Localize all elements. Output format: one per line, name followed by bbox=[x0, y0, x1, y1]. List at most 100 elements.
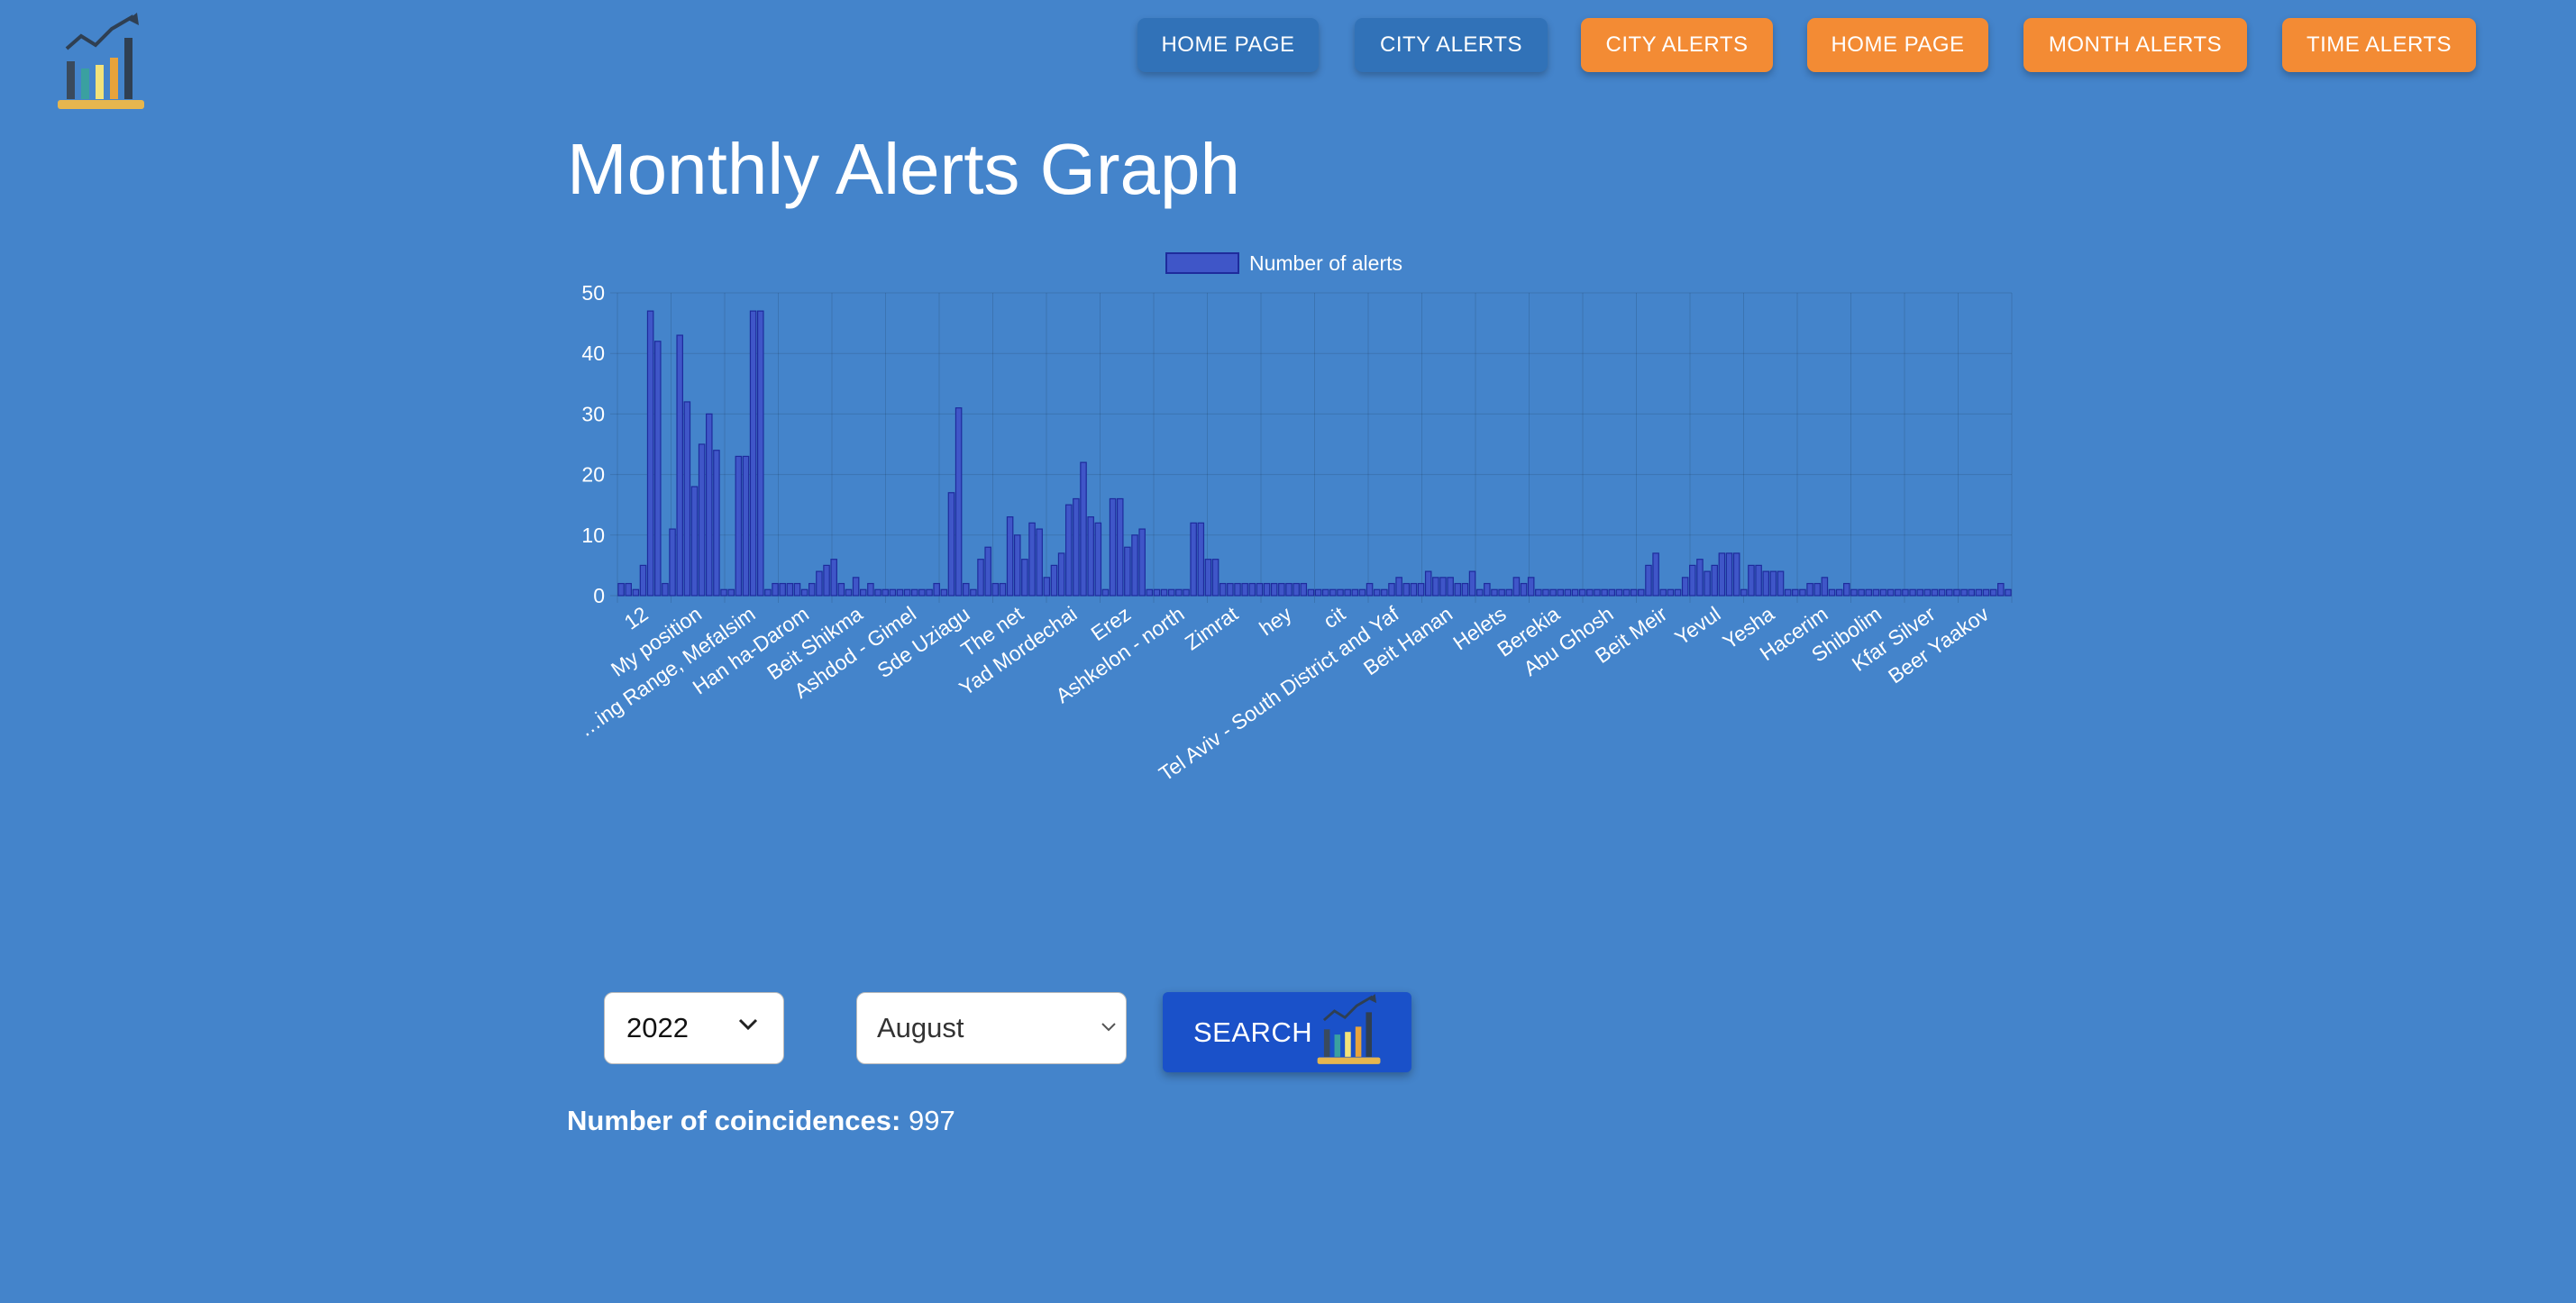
chart-bar bbox=[1263, 582, 1271, 597]
chart-bar bbox=[1667, 588, 1675, 597]
chart-bar bbox=[632, 588, 640, 597]
chart-bar bbox=[926, 588, 933, 597]
chart-bar bbox=[1777, 570, 1785, 597]
chart-bar bbox=[1307, 588, 1315, 597]
chart-bar bbox=[1813, 582, 1822, 597]
year-select[interactable]: 2022 bbox=[604, 992, 784, 1064]
chart-bar bbox=[1681, 577, 1689, 597]
chart-bar bbox=[1351, 588, 1359, 597]
chart-bar bbox=[1895, 588, 1902, 597]
chevron-down-icon bbox=[1101, 1023, 1116, 1032]
chart-bar bbox=[845, 588, 853, 597]
chart-bar bbox=[1050, 564, 1058, 597]
chart-bar bbox=[1630, 588, 1638, 597]
chart-bar bbox=[955, 407, 963, 597]
chart-bar bbox=[1696, 559, 1704, 597]
chart-bar bbox=[1858, 588, 1865, 597]
chart-bar bbox=[1138, 528, 1146, 597]
chart-bar bbox=[1329, 588, 1337, 597]
nav-home-page-orange-button[interactable]: HOME PAGE bbox=[1807, 18, 1988, 72]
chart-bar bbox=[1234, 582, 1241, 597]
chart-bar bbox=[1704, 570, 1711, 597]
chart-bar bbox=[1043, 577, 1051, 597]
x-tick-label: Zimrat bbox=[1181, 601, 1243, 654]
chart-bar bbox=[1659, 588, 1667, 597]
x-tick-label: 12 bbox=[620, 602, 653, 634]
chart-bar bbox=[1732, 552, 1740, 597]
chart-bar bbox=[1968, 588, 1975, 597]
chart-bar bbox=[1300, 582, 1308, 597]
chart-bar bbox=[1843, 582, 1850, 597]
chart-bar bbox=[1410, 582, 1418, 597]
chart-bar bbox=[816, 570, 823, 597]
chart-bar bbox=[676, 334, 683, 597]
chart-bar bbox=[1064, 504, 1073, 597]
x-tick-label: hey bbox=[1255, 602, 1296, 641]
chart-bar bbox=[1183, 588, 1190, 597]
chart-bar bbox=[1101, 588, 1110, 597]
chart-bar bbox=[1916, 588, 1923, 597]
chart-bar bbox=[1285, 582, 1293, 597]
nav-home-page-button[interactable]: HOME PAGE bbox=[1137, 18, 1319, 72]
chart-bar bbox=[1080, 461, 1087, 597]
chart-bar bbox=[1190, 522, 1197, 597]
nav-city-alerts-orange-button[interactable]: CITY ALERTS bbox=[1581, 18, 1773, 72]
chart-bar bbox=[1527, 577, 1535, 597]
chart-bar bbox=[800, 588, 808, 597]
nav-time-alerts-button[interactable]: TIME ALERTS bbox=[2282, 18, 2476, 72]
alerts-bar-chart: 0 10 20 30 40 50 12My position…ing Range, Mef… bbox=[574, 251, 2013, 786]
chart-bar bbox=[1571, 588, 1579, 597]
chart-bar bbox=[1248, 582, 1256, 597]
chart-bar bbox=[1931, 588, 1939, 597]
chart-bar bbox=[1850, 588, 1858, 597]
chart-bar bbox=[727, 588, 735, 597]
month-select[interactable]: August bbox=[856, 992, 1127, 1064]
chart-bar bbox=[720, 588, 727, 597]
chart-bar bbox=[1564, 588, 1572, 597]
chart-bar bbox=[859, 588, 867, 597]
page-title: Monthly Alerts Graph bbox=[567, 129, 1240, 209]
chart-bar bbox=[1321, 588, 1329, 597]
chart-bar bbox=[786, 582, 794, 597]
chart-bar bbox=[683, 401, 691, 597]
chart-bar bbox=[1792, 588, 1799, 597]
nav-city-alerts-button[interactable]: CITY ALERTS bbox=[1355, 18, 1548, 72]
chart-bar bbox=[947, 492, 955, 597]
chart-bar bbox=[823, 564, 830, 597]
chart-bar bbox=[617, 582, 625, 597]
chart-bar bbox=[1388, 582, 1395, 597]
chart-bar bbox=[1366, 582, 1374, 597]
chart-bar bbox=[1028, 522, 1036, 597]
chart-bar bbox=[1953, 588, 1960, 597]
chart-bar bbox=[1160, 588, 1168, 597]
chart-bar bbox=[1447, 577, 1454, 597]
chart-bar bbox=[1475, 588, 1484, 597]
chart-bar bbox=[1094, 522, 1102, 597]
chart-bar bbox=[1909, 588, 1916, 597]
chart-bar bbox=[991, 582, 1000, 597]
chart-bar bbox=[1982, 588, 1990, 597]
chart-bar bbox=[669, 528, 676, 597]
chart-bar bbox=[1512, 577, 1521, 597]
chart-bar bbox=[779, 582, 786, 597]
chart-bar bbox=[1124, 546, 1131, 597]
bar-chart-icon bbox=[1317, 994, 1381, 1064]
nav-month-alerts-button[interactable]: MONTH ALERTS bbox=[2023, 18, 2247, 72]
chart-bar bbox=[1755, 564, 1762, 597]
chart-bar bbox=[903, 588, 911, 597]
search-button[interactable]: SEARCH bbox=[1163, 992, 1411, 1072]
chart-bar bbox=[1373, 588, 1381, 597]
chart-bar bbox=[1006, 516, 1014, 597]
month-value: August bbox=[877, 1012, 964, 1043]
chart-bar bbox=[742, 455, 750, 597]
chart-bar bbox=[1718, 552, 1726, 597]
chart-bar bbox=[882, 588, 889, 597]
chart-bar bbox=[1241, 582, 1248, 597]
chart-bar bbox=[1586, 588, 1594, 597]
chart-bar bbox=[874, 588, 882, 597]
chart-bar bbox=[1344, 588, 1351, 597]
chart-bar bbox=[1622, 588, 1631, 597]
chart-bar bbox=[1923, 588, 1932, 597]
chart-bar bbox=[1557, 588, 1565, 597]
chart-bar bbox=[1337, 588, 1344, 597]
